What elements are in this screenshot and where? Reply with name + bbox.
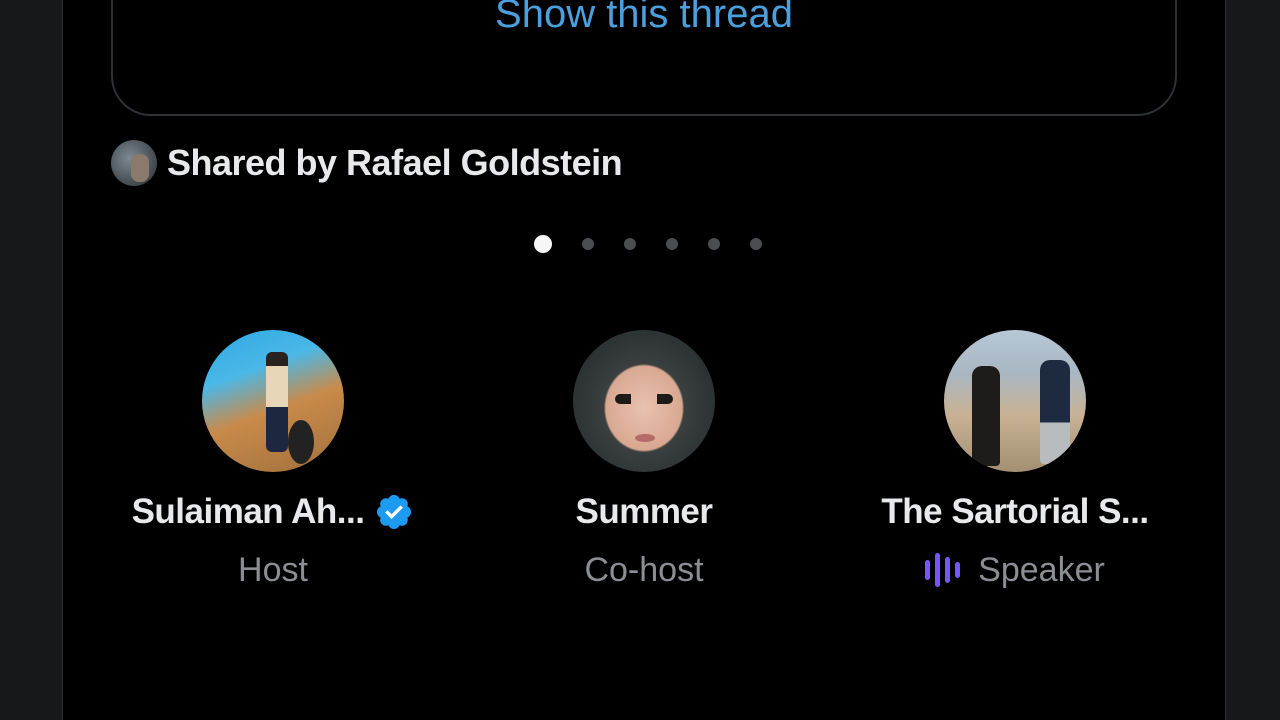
participant-name: Sulaiman Ah... — [131, 492, 365, 531]
participant-role: Host — [238, 550, 308, 589]
pagination-dot-6[interactable] — [750, 238, 762, 250]
participants-list: Sulaiman Ah... Host Summer Co-host The S… — [63, 330, 1227, 610]
participant-cohost[interactable]: Summer Co-host — [454, 330, 834, 592]
avatar — [944, 330, 1086, 472]
participant-name-row: Sulaiman Ah... — [132, 490, 415, 534]
pagination-dot-4[interactable] — [666, 238, 678, 250]
sharer-avatar — [111, 140, 157, 186]
verified-badge-icon — [377, 494, 412, 530]
participant-name: The Sartorial S... — [881, 492, 1149, 531]
participant-role: Co-host — [584, 550, 704, 589]
shared-by-row[interactable]: Shared by Rafael Goldstein — [111, 138, 623, 188]
participant-name-row: The Sartorial S... — [881, 490, 1149, 534]
participant-role-row: Co-host — [584, 548, 703, 592]
pagination-dot-1[interactable] — [534, 235, 552, 253]
avatar — [202, 330, 344, 472]
participant-role-row: Host — [238, 548, 308, 592]
left-background — [0, 0, 62, 720]
pagination-dot-2[interactable] — [582, 238, 594, 250]
shared-by-label: Shared by Rafael Goldstein — [167, 142, 623, 183]
participant-role-row: Speaker — [925, 548, 1105, 592]
participant-speaker[interactable]: The Sartorial S... Speaker — [825, 330, 1205, 592]
show-thread-link[interactable]: Show this thread — [113, 0, 1175, 42]
pagination-dot-5[interactable] — [708, 238, 720, 250]
pagination-dot-3[interactable] — [624, 238, 636, 250]
avatar — [573, 330, 715, 472]
thread-card: Show this thread — [111, 0, 1177, 116]
right-background — [1226, 0, 1280, 720]
participant-role: Speaker — [978, 550, 1105, 589]
space-card-panel: Show this thread Shared by Rafael Goldst… — [62, 0, 1226, 720]
carousel-pagination — [63, 235, 1225, 253]
participant-name: Summer — [575, 492, 713, 531]
participant-name-row: Summer — [575, 490, 713, 534]
speaking-indicator-icon — [925, 552, 961, 588]
participant-host[interactable]: Sulaiman Ah... Host — [83, 330, 463, 592]
